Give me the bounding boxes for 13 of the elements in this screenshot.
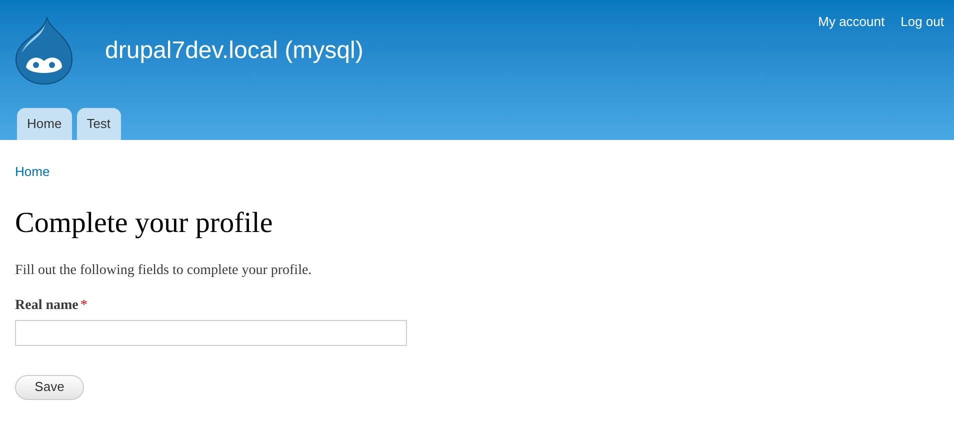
- save-button[interactable]: Save: [15, 374, 84, 400]
- nav-tab[interactable]: Home: [17, 108, 72, 140]
- field-label: Real name: [15, 296, 78, 314]
- intro-text: Fill out the following fields to complete your profile.: [15, 262, 313, 280]
- header-link[interactable]: Log out: [900, 12, 944, 32]
- breadcrumb-link[interactable]: Home: [15, 162, 50, 182]
- site-name[interactable]: drupal7dev.local (mysql): [105, 33, 364, 69]
- real-name-field[interactable]: [15, 320, 407, 346]
- drop-logo-icon[interactable]: [14, 15, 74, 85]
- header-link[interactable]: My account: [818, 12, 885, 32]
- required-mark: *: [80, 296, 88, 314]
- page-title: Complete your profile: [15, 208, 274, 238]
- nav-tab[interactable]: Test: [76, 108, 121, 140]
